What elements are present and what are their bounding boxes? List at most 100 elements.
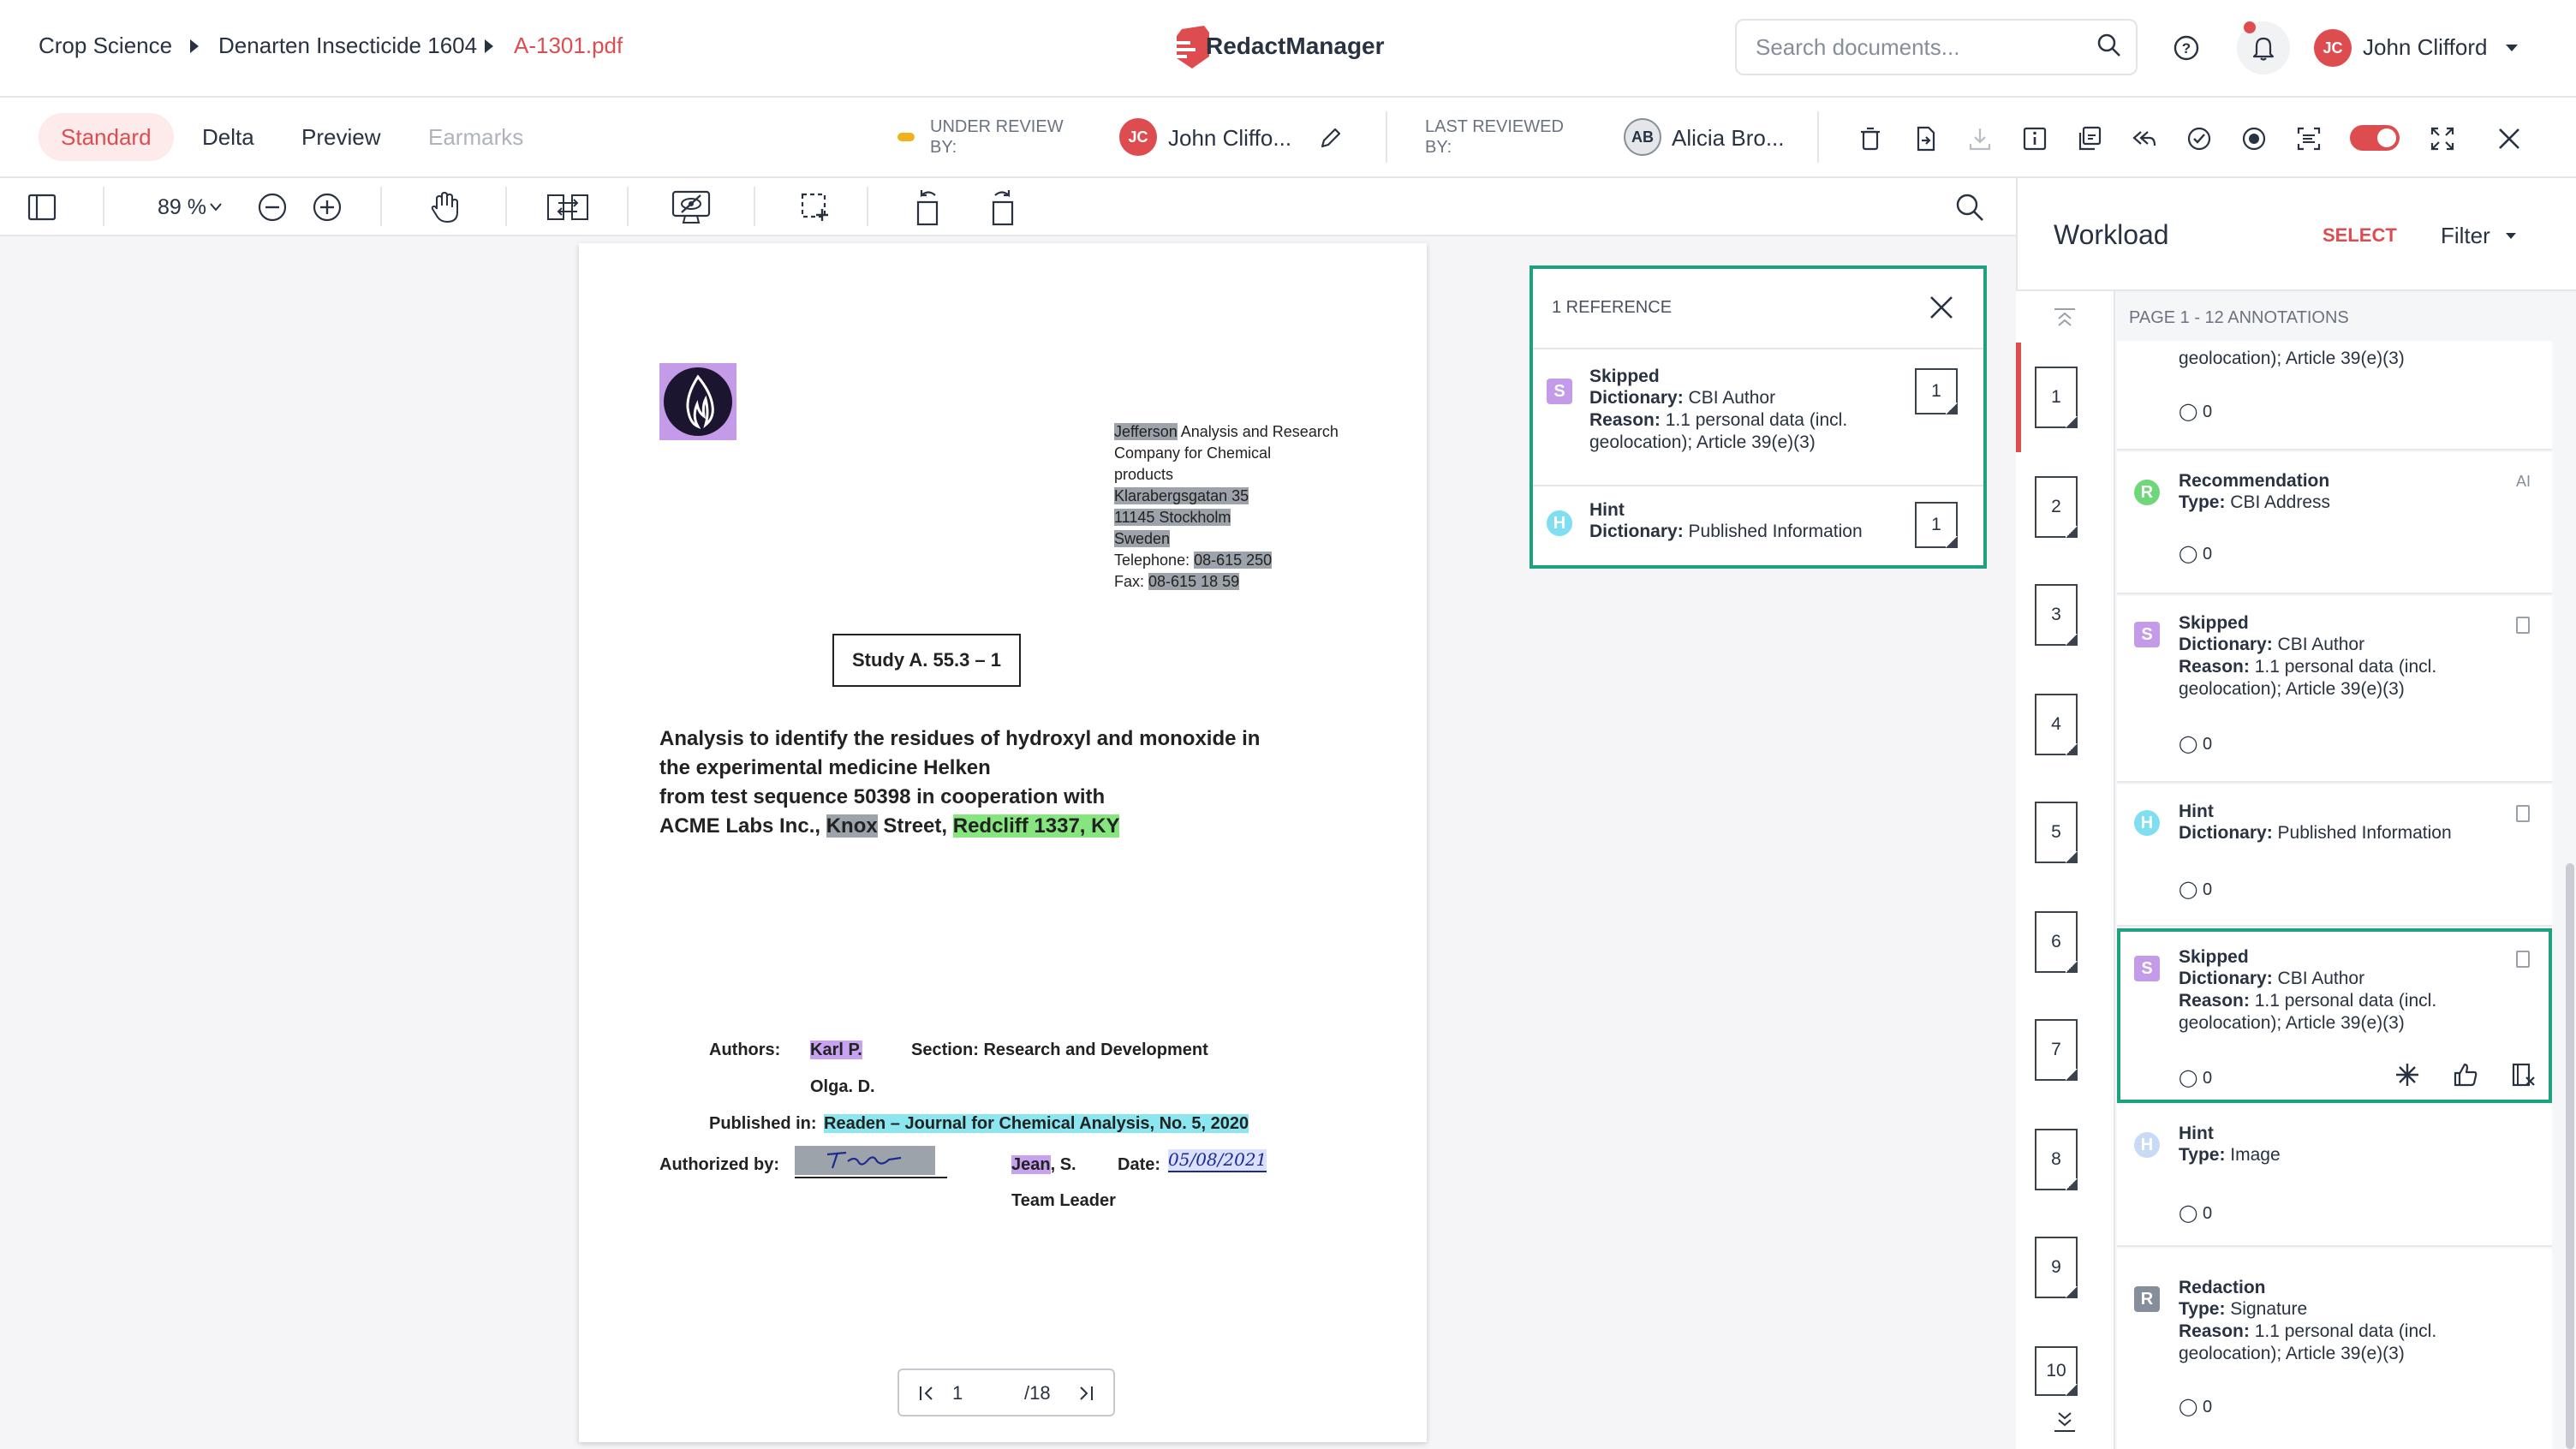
help-icon[interactable]: ? (2173, 34, 2200, 62)
toggle-sidebar-icon[interactable] (27, 194, 57, 221)
page-thumbnail-3[interactable]: 3 (2035, 584, 2078, 646)
remove-from-dictionary-icon[interactable] (2511, 1062, 2537, 1088)
tab-preview[interactable]: Preview (279, 113, 402, 161)
reviewer-name[interactable]: John Cliffo... (1168, 125, 1291, 152)
zoom-dropdown-chevron-icon[interactable] (209, 202, 223, 212)
page-thumbnail-4[interactable]: 4 (2035, 694, 2078, 755)
close-popup-icon[interactable] (1929, 295, 1954, 320)
toggle-switch[interactable] (2350, 125, 2400, 151)
user-name[interactable]: John Clifford (2363, 34, 2488, 61)
jean-highlight[interactable]: Jean (1011, 1155, 1051, 1174)
pan-hand-icon[interactable] (428, 190, 461, 224)
current-page-input[interactable]: 1 (952, 1382, 963, 1404)
telephone-value[interactable]: 08-615 250 (1194, 552, 1273, 569)
redcliff-highlight[interactable]: Redcliff 1337, KY (952, 814, 1120, 838)
filter-button[interactable]: Filter (2441, 223, 2490, 249)
comments-count[interactable]: ◯ 0 (2179, 401, 2212, 422)
date-value-highlight[interactable]: 05/08/2021 (1168, 1149, 1267, 1172)
company-logo-highlight[interactable] (659, 363, 736, 440)
close-icon[interactable] (2496, 125, 2523, 152)
fullscreen-icon[interactable] (2429, 125, 2456, 152)
record-icon[interactable] (2240, 125, 2268, 152)
compare-pages-icon[interactable] (546, 192, 589, 223)
rotate-left-icon[interactable] (913, 187, 947, 226)
annotation-card-redaction[interactable]: R Redaction Type: Signature Reason: 1.1 … (2117, 1249, 2552, 1449)
fax-value[interactable]: 08-615 18 59 (1148, 573, 1240, 590)
scroll-to-bottom-icon[interactable] (2052, 1410, 2078, 1435)
zoom-out-icon[interactable] (257, 192, 288, 223)
breadcrumb-dossier[interactable]: Denarten Insecticide 1604 (218, 33, 477, 59)
scroll-to-top-icon[interactable] (2052, 307, 2078, 329)
tab-earmarks[interactable]: Earmarks (406, 113, 546, 161)
published-value-highlight[interactable]: Readen – Journal for Chemical Analysis, … (824, 1114, 1249, 1133)
recommendation-badge: R (2134, 480, 2160, 505)
page-thumbnail-10[interactable]: 10 (2035, 1346, 2078, 1396)
page-thumbnail-6[interactable]: 6 (2035, 911, 2078, 973)
download-icon[interactable] (1966, 125, 1994, 152)
page-thumbnail-2[interactable]: 2 (2035, 476, 2078, 538)
export-file-icon[interactable] (1911, 125, 1939, 152)
annotation-card-recommendation[interactable]: R Recommendation Type: CBI Address AI ◯ … (2117, 452, 2552, 594)
comments-count[interactable]: ◯ 0 (2179, 733, 2212, 754)
reference-page-badge[interactable]: 1 (1915, 368, 1958, 414)
accept-recommendation-icon[interactable] (2453, 1062, 2478, 1088)
knox-highlight[interactable]: Knox (826, 814, 878, 838)
annotation-card-skipped-selected[interactable]: S Skipped Dictionary: CBI Author Reason:… (2117, 928, 2552, 1103)
search-icon[interactable] (2096, 33, 2122, 58)
first-page-icon[interactable] (918, 1385, 937, 1402)
page-thumbnail-1[interactable]: 1 (2035, 367, 2078, 428)
tab-standard[interactable]: Standard (39, 113, 174, 161)
address-street[interactable]: Klarabergsgatan 35 (1114, 487, 1249, 504)
last-page-icon[interactable] (1076, 1385, 1094, 1402)
signature-redaction[interactable] (795, 1146, 935, 1175)
filter-chevron-icon[interactable] (2506, 233, 2516, 239)
force-redaction-icon[interactable] (2394, 1062, 2420, 1088)
select-button[interactable]: SELECT (2323, 224, 2397, 247)
address-postal[interactable]: 11145 Stockholm (1114, 509, 1231, 526)
page-thumbnail-9[interactable]: 9 (2035, 1237, 2078, 1298)
toggle-redaction-preview-icon[interactable] (671, 190, 711, 224)
document-search-icon[interactable] (1954, 192, 1985, 223)
address-company-name[interactable]: Jefferson (1114, 423, 1178, 440)
rotate-right-icon[interactable] (983, 187, 1017, 226)
user-avatar[interactable]: JC (2314, 29, 2352, 67)
comments-count[interactable]: ◯ 0 (2179, 1396, 2212, 1417)
page-thumbnail-8[interactable]: 8 (2035, 1129, 2078, 1190)
reference-page-badge[interactable]: 1 (1915, 502, 1958, 548)
comments-count[interactable]: ◯ 0 (2179, 1202, 2212, 1224)
comments-count[interactable]: ◯ 0 (2179, 1067, 2212, 1088)
breadcrumb-file[interactable]: A-1301.pdf (514, 33, 623, 59)
comments-count[interactable]: ◯ 0 (2179, 543, 2212, 564)
area-select-icon[interactable] (800, 192, 831, 223)
approve-icon[interactable] (2185, 125, 2213, 152)
page-thumbnail-7[interactable]: 7 (2035, 1019, 2078, 1081)
tab-delta[interactable]: Delta (180, 113, 277, 161)
top-bar: Crop Science Denarten Insecticide 1604 A… (0, 0, 2576, 98)
chevron-down-icon[interactable] (2506, 45, 2518, 51)
search-input[interactable] (1735, 19, 2138, 75)
delete-icon[interactable] (1857, 125, 1884, 152)
title-line-2: the experimental medicine Helken (659, 756, 991, 779)
scrollbar[interactable] (2566, 863, 2574, 1449)
breadcrumb-crop-science[interactable]: Crop Science (39, 33, 172, 59)
notifications-button[interactable] (2237, 21, 2290, 75)
undo-all-icon[interactable] (2131, 125, 2158, 152)
reference-item-skipped[interactable]: S Skipped Dictionary: CBI Author Reason:… (1533, 349, 1983, 485)
annotation-card-hint[interactable]: H Hint Dictionary: Published Information… (2117, 784, 2552, 927)
zoom-in-icon[interactable] (312, 192, 343, 223)
reference-item-hint[interactable]: H Hint Dictionary: Published Information… (1533, 486, 1983, 565)
page-thumbnail-5[interactable]: 5 (2035, 802, 2078, 863)
zoom-level[interactable]: 89 % (158, 195, 206, 220)
comments-count[interactable]: ◯ 0 (2179, 879, 2212, 900)
title-line-4-middle: Street, (877, 814, 953, 838)
annotation-card-partial[interactable]: geolocation); Article 39(e)(3) ◯ 0 (2117, 341, 2552, 450)
author-karl[interactable]: Karl P. (810, 1041, 862, 1059)
annotation-card-hint-image[interactable]: H Hint Type: Image ◯ 0 (2117, 1105, 2552, 1247)
ocr-scan-icon[interactable] (2295, 125, 2323, 152)
address-country[interactable]: Sweden (1114, 530, 1171, 547)
pdf-page[interactable]: Jefferson Analysis and Research Company … (579, 243, 1427, 1442)
info-icon[interactable] (2021, 125, 2048, 152)
duplicate-icon[interactable] (2076, 125, 2103, 152)
annotation-card-skipped[interactable]: S Skipped Dictionary: CBI Author Reason:… (2117, 596, 2552, 783)
edit-reviewer-icon[interactable] (1318, 125, 1344, 151)
